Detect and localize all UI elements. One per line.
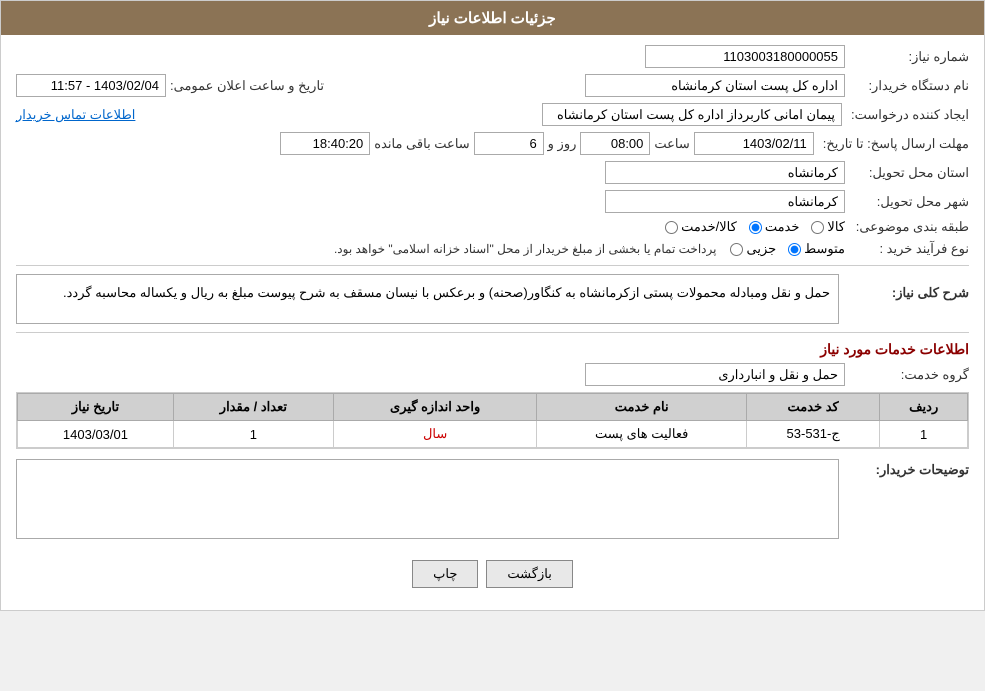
farayand-motevaset-item[interactable]: متوسط <box>788 241 845 257</box>
ostan-label: استان محل تحویل: <box>849 165 969 181</box>
page-title: جزئیات اطلاعات نیاز <box>429 10 556 27</box>
services-table: ردیف کد خدمت نام خدمت واحد اندازه گیری ت… <box>17 393 968 448</box>
mohlat-saat-label: ساعت <box>654 136 689 152</box>
nam-dastgah-label: نام دستگاه خریدار: <box>849 78 969 94</box>
tarikh-label: تاریخ و ساعت اعلان عمومی: <box>170 78 324 94</box>
tarikh-input[interactable] <box>16 74 166 97</box>
khadamat-section-title: اطلاعات خدمات مورد نیاز <box>16 341 969 358</box>
sharh-koli-row: شرح کلی نیاز: حمل و نقل ومبادله محمولات … <box>16 274 969 324</box>
col-vahed: واحد اندازه گیری <box>333 394 537 421</box>
page-header: جزئیات اطلاعات نیاز <box>1 1 984 35</box>
cell-radif: 1 <box>880 421 968 448</box>
print-button[interactable]: چاپ <box>412 560 478 588</box>
tabaqe-row: طبقه بندی موضوعی: کالا خدمت کالا/خدمت <box>16 219 969 235</box>
tabaqe-khedmat-radio[interactable] <box>749 221 762 234</box>
table-row: 1 ج-531-53 فعالیت های پست سال 1 1403/03/… <box>18 421 968 448</box>
shahr-input[interactable] <box>605 190 845 213</box>
tabaqe-kala-khedmat-label: کالا/خدمت <box>681 219 737 235</box>
farayand-jozi-item[interactable]: جزیی <box>730 241 776 257</box>
dastgah-tarikh-row: نام دستگاه خریدار: تاریخ و ساعت اعلان عم… <box>16 74 969 97</box>
sharh-koli-text: حمل و نقل ومبادله محمولات پستی ازکرمانشا… <box>63 285 830 300</box>
etelasat-tamas-link[interactable]: اطلاعات تماس خریدار <box>16 107 135 123</box>
services-table-body: 1 ج-531-53 فعالیت های پست سال 1 1403/03/… <box>18 421 968 448</box>
ostan-row: استان محل تحویل: <box>16 161 969 184</box>
button-row: بازگشت چاپ <box>16 548 969 600</box>
shomara-input[interactable] <box>645 45 845 68</box>
mohlat-date-input[interactable] <box>694 132 814 155</box>
col-tedad: تعداد / مقدار <box>173 394 333 421</box>
cell-nam: فعالیت های پست <box>537 421 746 448</box>
mohlat-roz-label: روز و <box>548 136 577 152</box>
ijad-konande-row: ایجاد کننده درخواست: اطلاعات تماس خریدار <box>16 103 969 126</box>
mohlat-label: مهلت ارسال پاسخ: تا تاریخ: <box>818 136 969 152</box>
tabaqe-kala-radio[interactable] <box>811 221 824 234</box>
services-table-container: ردیف کد خدمت نام خدمت واحد اندازه گیری ت… <box>16 392 969 449</box>
tabaqe-label: طبقه بندی موضوعی: <box>849 219 969 235</box>
ijad-konande-label: ایجاد کننده درخواست: <box>846 107 969 123</box>
tabaqe-kala-item[interactable]: کالا <box>811 219 845 235</box>
tabaqe-kala-label: کالا <box>827 219 845 235</box>
nam-dastgah-input[interactable] <box>585 74 845 97</box>
sharh-koli-content: حمل و نقل ومبادله محمولات پستی ازکرمانشا… <box>16 274 839 324</box>
table-header-row: ردیف کد خدمت نام خدمت واحد اندازه گیری ت… <box>18 394 968 421</box>
divider-2 <box>16 332 969 333</box>
nooe-farayand-label: نوع فرآیند خرید : <box>849 241 969 257</box>
col-kod: کد خدمت <box>746 394 879 421</box>
tosif-kharidar-textarea[interactable] <box>16 459 839 539</box>
sharh-koli-label: شرح کلی نیاز: <box>839 282 969 301</box>
gorohe-khedmat-row: گروه خدمت: <box>16 363 969 386</box>
tabaqe-khedmat-item[interactable]: خدمت <box>749 219 800 235</box>
mohlat-saat-mande-input[interactable] <box>280 132 370 155</box>
ostan-input[interactable] <box>605 161 845 184</box>
tabaqe-kala-khedmat-item[interactable]: کالا/خدمت <box>665 219 737 235</box>
farayand-jozi-radio[interactable] <box>730 243 743 256</box>
cell-kod: ج-531-53 <box>746 421 879 448</box>
shahr-label: شهر محل تحویل: <box>849 194 969 210</box>
tosif-kharidar-label: توضیحات خریدار: <box>839 459 969 478</box>
content-area: شماره نیاز: نام دستگاه خریدار: تاریخ و س… <box>1 35 984 610</box>
mohlat-row: مهلت ارسال پاسخ: تا تاریخ: ساعت روز و سا… <box>16 132 969 155</box>
tabaqe-khedmat-label: خدمت <box>765 219 800 235</box>
nooe-farayand-note: پرداخت تمام یا بخشی از مبلغ خریدار از مح… <box>334 242 717 256</box>
back-button[interactable]: بازگشت <box>486 560 572 588</box>
tosif-kharidar-content <box>16 459 839 542</box>
cell-tarikh: 1403/03/01 <box>18 421 174 448</box>
gorohe-khedmat-input[interactable] <box>585 363 845 386</box>
nooe-farayand-radio-group: متوسط جزیی <box>730 241 845 257</box>
farayand-motevaset-radio[interactable] <box>788 243 801 256</box>
shomara-row: شماره نیاز: <box>16 45 969 68</box>
tabaqe-radio-group: کالا خدمت کالا/خدمت <box>665 219 845 235</box>
farayand-motevaset-label: متوسط <box>804 241 845 257</box>
farayand-jozi-label: جزیی <box>746 241 776 257</box>
gorohe-khedmat-label: گروه خدمت: <box>849 367 969 383</box>
divider-1 <box>16 265 969 266</box>
nooe-farayand-row: نوع فرآیند خرید : متوسط جزیی پرداخت تمام… <box>16 241 969 257</box>
tosif-kharidar-row: توضیحات خریدار: <box>16 459 969 542</box>
page-wrapper: جزئیات اطلاعات نیاز شماره نیاز: نام دستگ… <box>0 0 985 611</box>
col-radif: ردیف <box>880 394 968 421</box>
shahr-row: شهر محل تحویل: <box>16 190 969 213</box>
shomara-label: شماره نیاز: <box>849 49 969 65</box>
mohlat-roz-input[interactable] <box>474 132 544 155</box>
mohlat-saat-mande-label: ساعت باقی مانده <box>374 136 469 152</box>
cell-vahed: سال <box>333 421 537 448</box>
cell-tedad: 1 <box>173 421 333 448</box>
ijad-konande-input[interactable] <box>542 103 842 126</box>
sharh-koli-box: حمل و نقل ومبادله محمولات پستی ازکرمانشا… <box>16 274 839 324</box>
mohlat-saat-input[interactable] <box>580 132 650 155</box>
tabaqe-kala-khedmat-radio[interactable] <box>665 221 678 234</box>
col-nam: نام خدمت <box>537 394 746 421</box>
col-tarikh: تاریخ نیاز <box>18 394 174 421</box>
